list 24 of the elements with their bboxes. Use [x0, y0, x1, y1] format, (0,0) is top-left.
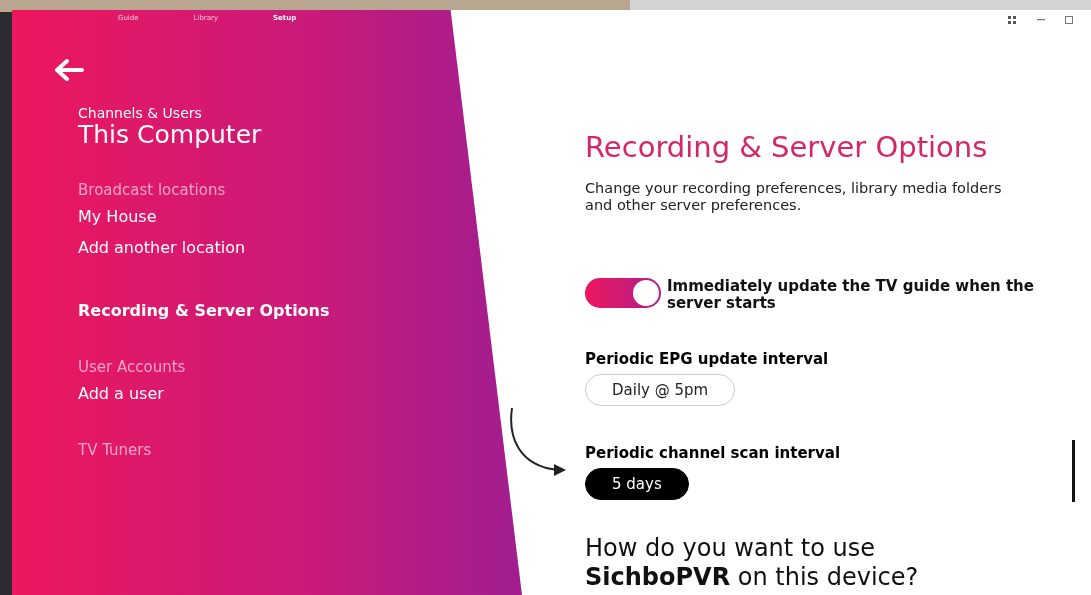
minimize-icon[interactable]	[1037, 19, 1045, 21]
sidebar-item[interactable]: Recording & Server Options	[78, 295, 522, 326]
page-description: Change your recording preferences, library media folders and other server preferences.	[585, 180, 1003, 214]
maximize-icon[interactable]	[1065, 16, 1073, 24]
grid-icon[interactable]	[1007, 15, 1017, 25]
toggle-switch[interactable]	[585, 278, 661, 308]
section-heading: Broadcast locations	[78, 181, 227, 199]
sidebar-title: This Computer	[78, 121, 263, 149]
sidebar-subtitle: Channels & Users	[78, 105, 203, 121]
curved-arrow-icon	[508, 406, 568, 478]
interval-dropdown[interactable]: Daily @ 5pm	[585, 374, 736, 406]
sidebar-item[interactable]: Add another location	[78, 232, 522, 263]
sidebar-item[interactable]: Add a user	[78, 378, 522, 409]
interval-dropdown[interactable]: 5 days	[585, 468, 689, 500]
setting-label: Periodic EPG update interval	[585, 350, 830, 368]
section-question: How do you want to use SichboPVR on this device?	[585, 534, 920, 592]
back-arrow-icon[interactable]	[54, 59, 84, 81]
scrollbar[interactable]	[1072, 440, 1075, 502]
sidebar-item[interactable]: My House	[78, 201, 522, 232]
section-heading: TV Tuners	[78, 441, 153, 459]
page-title: Recording & Server Options	[585, 130, 989, 164]
toggle-label: Immediately update the TV guide when the server starts	[667, 278, 1035, 312]
section-heading: User Accounts	[78, 358, 187, 376]
setting-label: Periodic channel scan interval	[585, 444, 842, 462]
